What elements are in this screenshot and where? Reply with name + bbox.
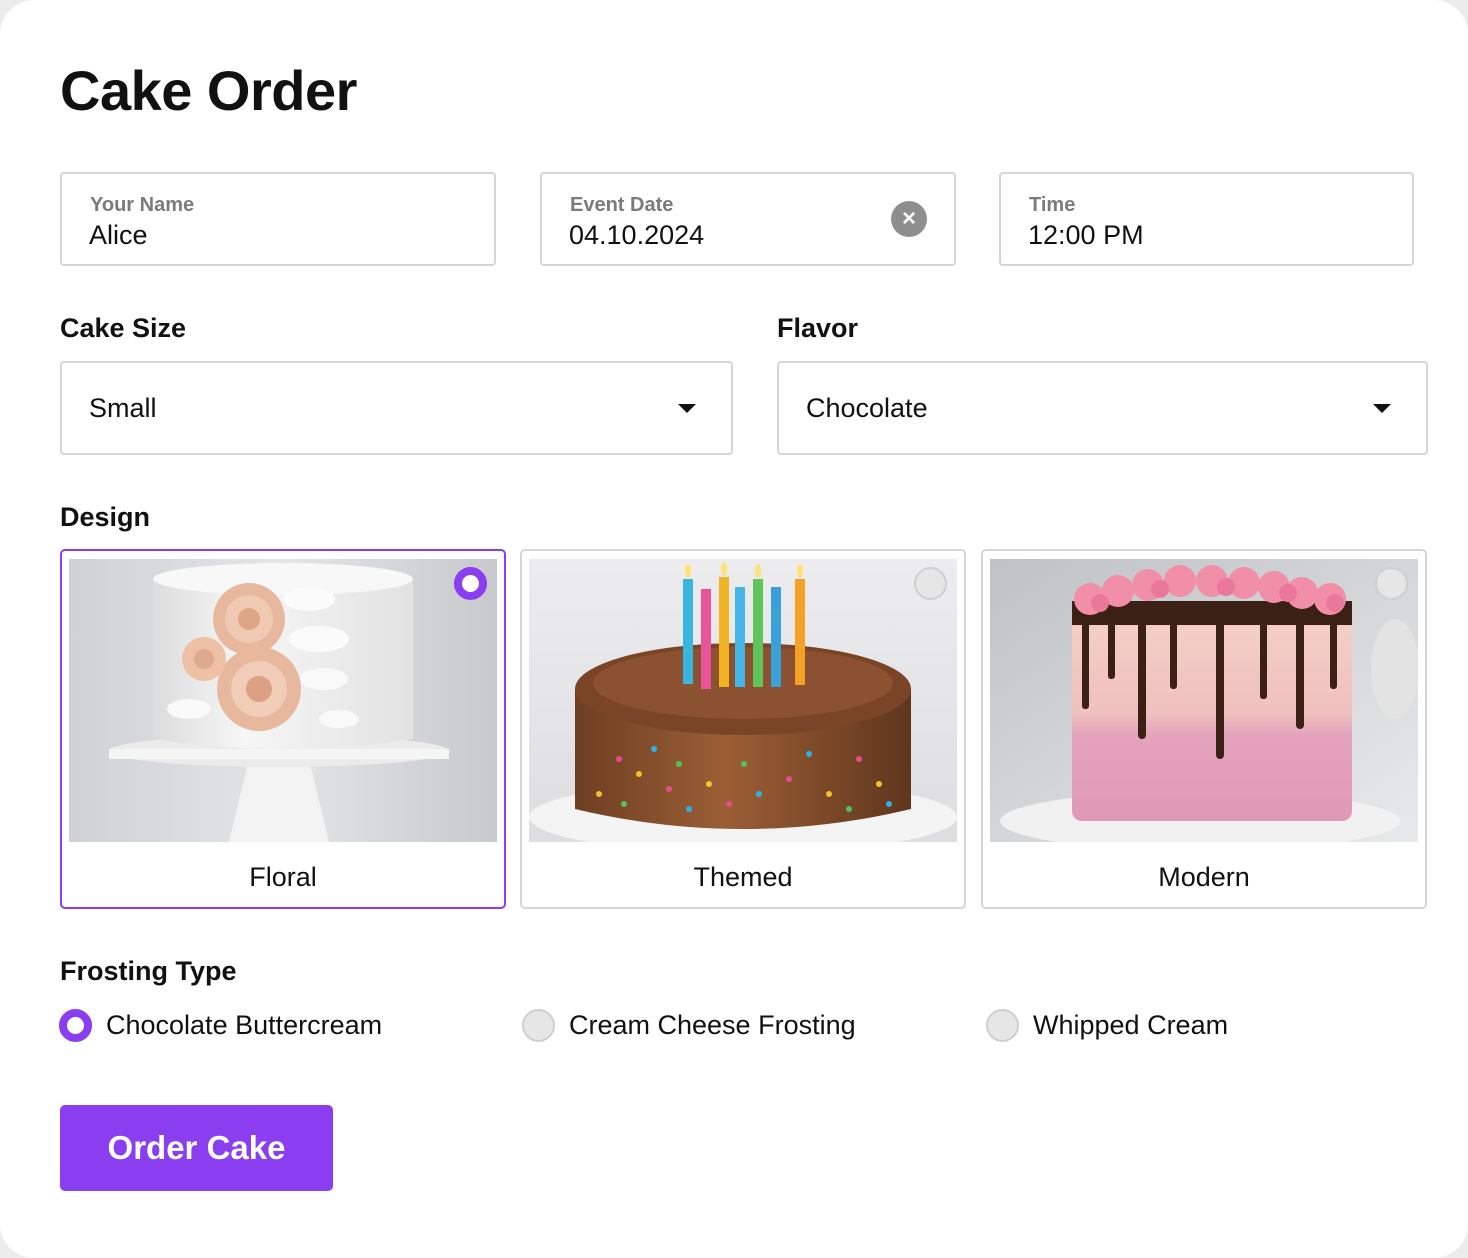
radio-icon[interactable] [59, 1009, 92, 1042]
design-option-label: Themed [693, 862, 793, 892]
themed-cake-image [529, 559, 957, 842]
radio-icon[interactable] [914, 567, 947, 600]
frosting-option-cream-cheese[interactable]: Cream Cheese Frosting [522, 1008, 902, 1044]
frosting-option-label: Chocolate Buttercream [106, 1010, 383, 1040]
radio-icon[interactable] [522, 1009, 555, 1042]
caret-down-icon [1373, 404, 1391, 413]
flavor-label: Flavor [777, 313, 859, 343]
event-date-field[interactable]: Event Date 04.10.2024 × [540, 172, 956, 266]
radio-icon[interactable] [986, 1009, 1019, 1042]
cake-size-value: Small [89, 393, 157, 423]
close-circle-icon[interactable]: × [891, 201, 927, 237]
cake-size-label: Cake Size [60, 313, 187, 343]
cake-size-select[interactable]: Small [60, 361, 733, 455]
name-field-value[interactable]: Alice [89, 220, 148, 251]
event-date-label: Event Date [570, 194, 674, 216]
radio-icon[interactable] [454, 567, 487, 600]
frosting-option-chocolate-buttercream[interactable]: Chocolate Buttercream [59, 1008, 419, 1044]
design-label: Design [60, 502, 151, 532]
design-option-label: Modern [1158, 862, 1250, 892]
design-option-themed[interactable]: Themed [520, 549, 966, 909]
time-field-label: Time [1029, 194, 1076, 216]
design-option-modern[interactable]: Modern [981, 549, 1427, 909]
order-form-card: Cake Order Your Name Alice Event Date 04… [0, 0, 1468, 1258]
design-option-floral[interactable]: Floral [60, 549, 506, 909]
caret-down-icon [678, 404, 696, 413]
frosting-type-label: Frosting Type [60, 956, 237, 986]
frosting-option-whipped-cream[interactable]: Whipped Cream [986, 1008, 1286, 1044]
flavor-select[interactable]: Chocolate [777, 361, 1428, 455]
design-option-label: Floral [249, 862, 317, 892]
floral-cake-image [69, 559, 497, 842]
page-title: Cake Order [60, 59, 357, 122]
radio-icon[interactable] [1375, 567, 1408, 600]
flavor-value: Chocolate [806, 393, 928, 423]
event-date-value[interactable]: 04.10.2024 [569, 220, 704, 251]
frosting-option-label: Cream Cheese Frosting [569, 1010, 856, 1040]
name-field-label: Your Name [90, 194, 195, 216]
order-cake-button[interactable]: Order Cake [60, 1105, 333, 1191]
time-field-value[interactable]: 12:00 PM [1028, 220, 1144, 251]
name-field[interactable]: Your Name Alice [60, 172, 496, 266]
modern-cake-image [990, 559, 1418, 842]
time-field[interactable]: Time 12:00 PM [999, 172, 1414, 266]
frosting-option-label: Whipped Cream [1033, 1010, 1229, 1040]
